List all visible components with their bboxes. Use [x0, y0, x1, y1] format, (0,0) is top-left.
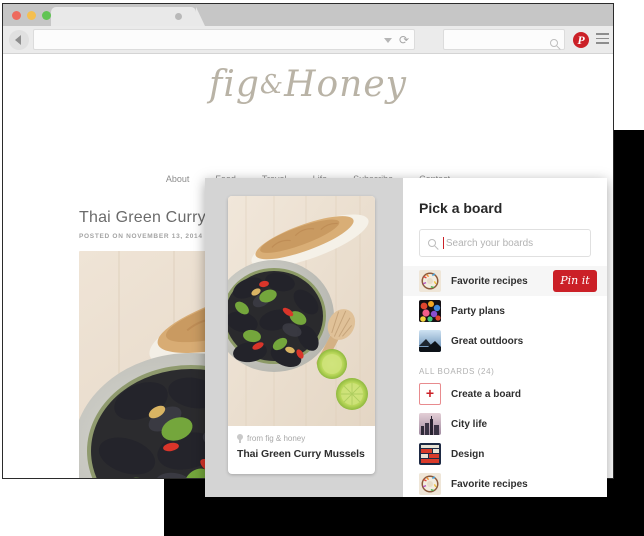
pin-source: from fig & honey — [237, 434, 366, 443]
site-logo-last: Honey — [284, 64, 407, 105]
board-thumbnail-balloons-icon — [419, 300, 441, 322]
board-thumbnail-donut-icon — [419, 270, 441, 292]
pin-preview-card[interactable]: from fig & honey Thai Green Curry Mussel… — [228, 196, 375, 474]
all-boards-heading: ALL BOARDS (24) — [419, 367, 495, 376]
board-thumbnail-poster-icon — [419, 443, 441, 465]
pinterest-extension-button[interactable]: P — [573, 32, 589, 48]
chevron-left-icon — [15, 35, 21, 45]
hamburger-menu-icon[interactable] — [596, 33, 609, 44]
pin-icon — [237, 434, 243, 443]
board-picker-panel: Pick a board Search your boards Favorite… — [403, 178, 607, 497]
board-thumbnail-city-icon — [419, 413, 441, 435]
pin-it-button[interactable]: Pin it — [553, 270, 597, 292]
board-label: Create a board — [451, 388, 522, 400]
board-row-favorite-recipes-2[interactable]: Favorite recipes — [403, 469, 607, 497]
board-label: City life — [451, 418, 488, 430]
board-row-favorite-recipes[interactable]: Favorite recipes Pin it — [403, 266, 607, 296]
pin-preview-meta: from fig & honey Thai Green Curry Mussel… — [228, 426, 375, 460]
nav-item-about[interactable]: About — [166, 174, 190, 184]
pinterest-overlay-panel: from fig & honey Thai Green Curry Mussel… — [205, 178, 607, 497]
board-row-design[interactable]: Design — [403, 439, 607, 469]
browser-toolbar: ⟳ P — [3, 26, 613, 54]
plus-icon: + — [419, 383, 441, 405]
reload-icon[interactable]: ⟳ — [399, 34, 409, 47]
browser-search-input[interactable] — [443, 29, 565, 50]
board-row-party-plans[interactable]: Party plans — [403, 296, 607, 326]
board-thumbnail-donut-icon — [419, 473, 441, 495]
back-button[interactable] — [9, 30, 29, 50]
tab-favicon-icon — [175, 13, 182, 20]
board-search-input[interactable] — [445, 237, 582, 249]
board-picker-title: Pick a board — [419, 200, 503, 216]
pin-source-label: from fig & honey — [247, 434, 306, 443]
site-logo-first: fig — [209, 64, 260, 105]
pin-preview-image — [228, 196, 375, 426]
window-controls — [12, 11, 51, 20]
board-label: Favorite recipes — [451, 275, 528, 287]
board-list: Favorite recipes Pin it Party plans Grea… — [403, 266, 607, 497]
close-window-button[interactable] — [12, 11, 21, 20]
board-label: Favorite recipes — [451, 478, 528, 490]
board-search-field[interactable] — [419, 229, 591, 257]
board-label: Great outdoors — [451, 335, 524, 347]
board-thumbnail-landscape-icon — [419, 330, 441, 352]
browser-tab[interactable] — [51, 7, 205, 26]
search-icon — [550, 34, 558, 52]
board-label: Party plans — [451, 305, 505, 317]
board-row-city-life[interactable]: City life — [403, 409, 607, 439]
create-a-board-button[interactable]: + Create a board — [403, 379, 607, 409]
chevron-down-icon[interactable] — [384, 38, 392, 43]
site-logo[interactable]: fig&Honey — [3, 64, 613, 105]
url-input[interactable]: ⟳ — [33, 29, 415, 50]
minimize-window-button[interactable] — [27, 11, 36, 20]
site-logo-ampersand: & — [259, 70, 285, 100]
maximize-window-button[interactable] — [42, 11, 51, 20]
text-cursor — [443, 237, 444, 249]
browser-titlebar — [3, 4, 613, 26]
search-icon — [428, 239, 436, 247]
pin-title: Thai Green Curry Mussels — [237, 448, 365, 460]
board-row-great-outdoors[interactable]: Great outdoors — [403, 326, 607, 356]
board-label: Design — [451, 448, 485, 460]
